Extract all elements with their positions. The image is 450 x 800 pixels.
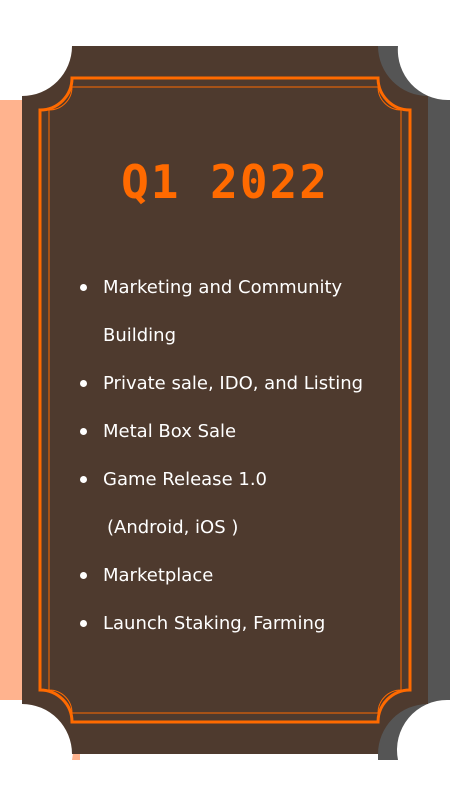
- milestone-text: Building: [103, 325, 177, 346]
- bullet-icon: [80, 428, 87, 435]
- milestone-text: Private sale, IDO, and Listing: [103, 373, 364, 394]
- card-title: Q1 2022: [121, 155, 329, 209]
- milestone-text: Launch Staking, Farming: [103, 613, 326, 634]
- milestone-text: Marketplace: [103, 565, 214, 586]
- milestone-item: Private sale, IDO, and Listing: [78, 360, 398, 408]
- milestone-item: Game Release 1.0 (Android, iOS ): [78, 456, 398, 552]
- milestone-item: Launch Staking, Farming: [78, 600, 398, 648]
- milestone-text: Game Release 1.0: [103, 469, 267, 490]
- bullet-icon: [80, 620, 87, 627]
- milestone-text: Metal Box Sale: [103, 421, 237, 442]
- bullet-icon: [80, 572, 87, 579]
- milestone-item: Metal Box Sale: [78, 408, 398, 456]
- bullet-icon: [80, 284, 87, 291]
- milestone-text: Marketing and Community: [103, 277, 343, 298]
- milestone-item: Marketplace: [78, 552, 398, 600]
- bullet-icon: [80, 380, 87, 387]
- milestone-text: (Android, iOS ): [107, 517, 239, 538]
- milestone-item: Marketing and Community Building: [78, 264, 398, 360]
- roadmap-card: Q1 2022 Marketing and Community Building P…: [0, 0, 450, 800]
- milestone-list: Marketing and Community Building Private s…: [78, 264, 398, 648]
- bullet-icon: [80, 476, 87, 483]
